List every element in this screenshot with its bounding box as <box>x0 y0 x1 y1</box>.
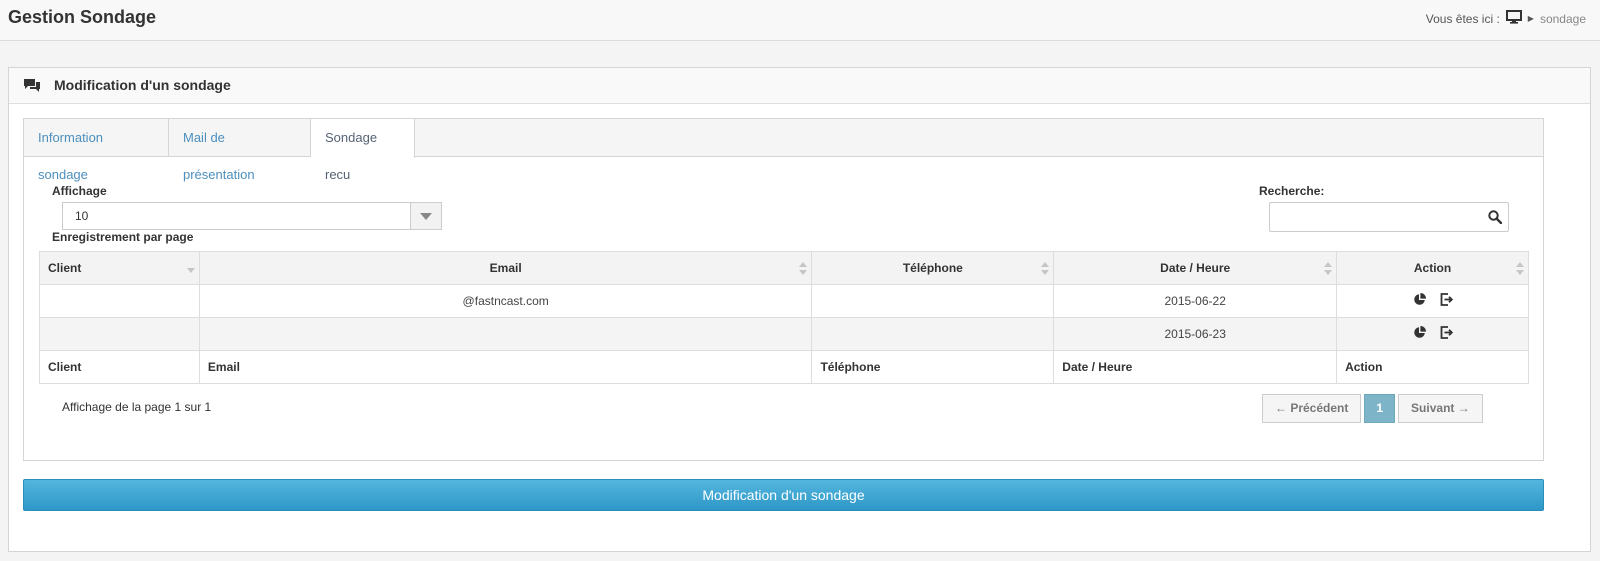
column-header-action[interactable]: Action <box>1336 251 1529 285</box>
sign-out-icon[interactable] <box>1440 293 1453 309</box>
sign-out-icon[interactable] <box>1440 326 1453 342</box>
survey-edit-box: Modification d'un sondage Information so… <box>8 67 1591 552</box>
search-icon[interactable] <box>1488 210 1503 227</box>
page-title: Gestion Sondage <box>8 7 157 27</box>
tab-information-sondage[interactable]: Information sondage <box>24 119 169 182</box>
cell-email: @fastncast.com <box>198 284 813 318</box>
footer-action: Action <box>1336 350 1529 384</box>
cell-date: 2015-06-23 <box>1053 317 1338 351</box>
column-header-telephone[interactable]: Téléphone <box>811 251 1055 285</box>
pagination: ← Précédent 1 Suivant → <box>1262 394 1483 423</box>
cell-client <box>39 284 200 318</box>
page-button-1[interactable]: 1 <box>1364 394 1396 423</box>
pie-chart-icon[interactable] <box>1413 293 1426 309</box>
box-header: Modification d'un sondage <box>9 68 1590 104</box>
tab-sondage-recu[interactable]: Sondage recu <box>311 119 415 182</box>
breadcrumb-prefix: Vous êtes ici : <box>1425 11 1500 26</box>
search-label: Recherche: <box>1259 184 1325 198</box>
records-per-page-value: 10 <box>75 209 89 223</box>
length-label: Affichage <box>52 184 107 198</box>
cell-telephone <box>811 284 1055 318</box>
pie-chart-icon[interactable] <box>1413 326 1426 342</box>
table-row: @fastncast.com 2015-06-22 <box>39 284 1529 318</box>
tab-bar: Information sondage Mail de présentation… <box>24 119 1543 182</box>
footer-client: Client <box>39 350 200 384</box>
sort-desc-icon <box>186 262 195 276</box>
sort-icon <box>1324 262 1333 276</box>
chevron-down-icon[interactable] <box>410 203 441 229</box>
cell-action <box>1336 284 1529 318</box>
next-page-button[interactable]: Suivant → <box>1398 394 1483 423</box>
column-header-date[interactable]: Date / Heure <box>1053 251 1338 285</box>
breadcrumb-current[interactable]: sondage <box>1540 12 1586 26</box>
box-title: Modification d'un sondage <box>54 77 231 93</box>
pagination-info: Affichage de la page 1 sur 1 <box>62 400 212 414</box>
search-input[interactable] <box>1269 202 1509 232</box>
length-suffix-label: Enregistrement par page <box>52 230 194 244</box>
cell-telephone <box>811 317 1055 351</box>
cell-client <box>39 317 200 351</box>
tab-mail-presentation[interactable]: Mail de présentation <box>169 119 311 182</box>
previous-page-button[interactable]: ← Précédent <box>1262 394 1362 423</box>
caret-right-icon: ▶ <box>1527 14 1534 23</box>
column-header-client[interactable]: Client <box>39 251 200 285</box>
sort-icon <box>1041 262 1050 276</box>
sort-icon <box>799 262 808 276</box>
survey-responses-table: Client Email Téléphone Date / Heure Acti… <box>39 251 1529 384</box>
tab-panel: Information sondage Mail de présentation… <box>23 118 1544 461</box>
sort-icon <box>1516 262 1524 276</box>
monitor-icon[interactable] <box>1505 10 1522 27</box>
cell-email <box>198 317 813 351</box>
table-row: 2015-06-23 <box>39 317 1529 351</box>
submit-survey-edit-button[interactable]: Modification d'un sondage <box>23 479 1544 511</box>
footer-email: Email <box>198 350 813 384</box>
footer-date: Date / Heure <box>1053 350 1338 384</box>
page-header: Gestion Sondage Vous êtes ici : ▶ sondag… <box>0 0 1600 41</box>
records-per-page-select[interactable]: 10 <box>62 202 442 230</box>
footer-telephone: Téléphone <box>811 350 1055 384</box>
chat-icon <box>23 78 41 97</box>
cell-action <box>1336 317 1529 351</box>
column-header-email[interactable]: Email <box>198 251 813 285</box>
cell-date: 2015-06-22 <box>1053 284 1338 318</box>
breadcrumb: Vous êtes ici : ▶ sondage <box>1426 10 1586 27</box>
